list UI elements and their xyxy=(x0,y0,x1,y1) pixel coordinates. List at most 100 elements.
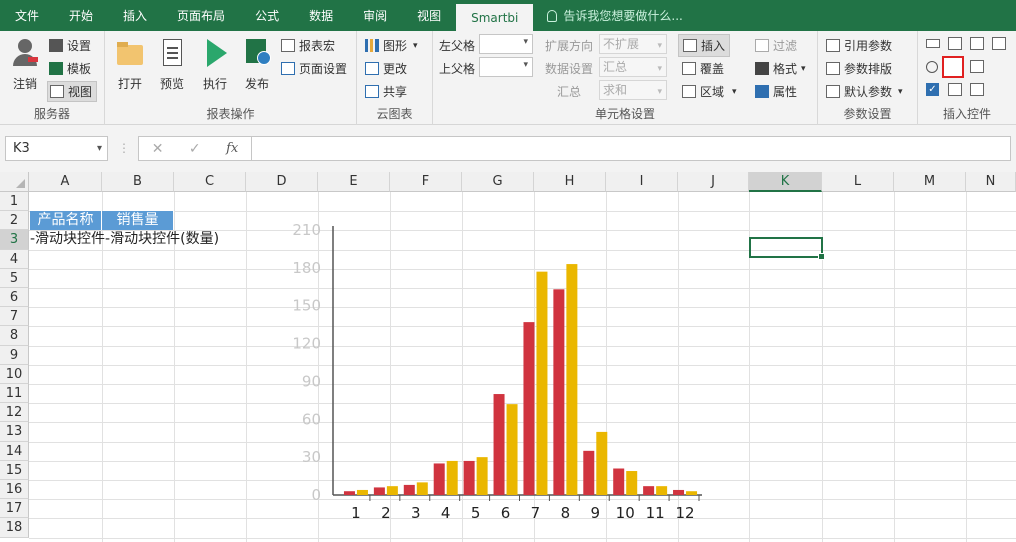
data-setting-select[interactable]: 汇总 xyxy=(599,57,667,78)
grid-control-icon[interactable] xyxy=(948,83,962,96)
share-button[interactable]: 共享 xyxy=(365,83,407,100)
spreadsheet-grid[interactable]: 18 17 16 15 14 13 12 11 10 9 8 7 6 5 4 3 2 1 N M L K J I H G F E D C B… xyxy=(0,172,1016,542)
list-control-icon[interactable] xyxy=(948,37,962,50)
bar-series-1-1 xyxy=(343,491,355,495)
tab-review[interactable]: 审阅 xyxy=(348,0,402,31)
y-tick-label: 180 xyxy=(292,259,321,277)
left-parent-select[interactable] xyxy=(479,34,533,54)
region-button[interactable]: 区域 ▾ xyxy=(682,83,737,100)
top-parent-select[interactable] xyxy=(479,57,533,77)
share-icon xyxy=(365,85,379,98)
document-icon xyxy=(157,37,187,69)
x-tick-label: 11 xyxy=(646,504,665,522)
bar-series-2-4 xyxy=(446,460,458,495)
x-tick-label: 1 xyxy=(351,504,361,522)
y-tick-label: 30 xyxy=(302,448,321,466)
checkbox-control-icon[interactable]: ✓ xyxy=(926,83,939,96)
tab-formulas[interactable]: 公式 xyxy=(240,0,294,31)
ribbon: 注销 设置 模板 视图 服务器 打开 预览 执行 发布 报表宏 页面设置 报表操… xyxy=(0,31,1016,125)
chart-button[interactable]: 图形 ▾ xyxy=(365,37,418,54)
tab-data[interactable]: 数据 xyxy=(294,0,348,31)
ribbon-tab-bar: 文件 开始 插入 页面布局 公式 数据 审阅 视图 Smartbi 告诉我您想要… xyxy=(0,0,1016,31)
property-button[interactable]: 属性 xyxy=(755,83,797,100)
logout-button[interactable]: 注销 xyxy=(10,37,40,92)
bar-series-2-12 xyxy=(686,491,698,495)
slider-control-icon[interactable] xyxy=(942,56,964,78)
y-tick-label: 60 xyxy=(302,410,321,428)
cancel-icon[interactable]: ✕ xyxy=(152,141,164,157)
chevron-down-icon: ▾ xyxy=(413,40,418,51)
run-button[interactable]: 执行 xyxy=(200,37,230,92)
insert-mode-button[interactable]: 插入 xyxy=(678,34,731,57)
summary-select[interactable]: 求和 xyxy=(599,80,667,101)
bar-series-2-6 xyxy=(506,404,518,495)
template-button[interactable]: 模板 xyxy=(49,60,91,77)
bar-series-1-9 xyxy=(583,450,595,495)
x-tick-label: 9 xyxy=(591,504,601,522)
tell-me-text: 告诉我您想要做什么... xyxy=(563,9,683,23)
param-layout-button[interactable]: 参数排版 xyxy=(826,60,892,77)
expand-direction-select[interactable]: 不扩展 xyxy=(599,34,667,55)
briefcase-icon xyxy=(49,39,63,52)
bar-chart: 03060901201501802101 2 3 4 5 6 7 8 9 10 11 12 xyxy=(292,221,702,522)
lightbulb-icon xyxy=(547,9,558,22)
calendar-control-icon[interactable] xyxy=(970,37,984,50)
date-control-icon[interactable] xyxy=(992,37,1006,50)
bar-series-2-9 xyxy=(596,431,608,495)
preview-button[interactable]: 预览 xyxy=(157,37,187,92)
bar-series-2-11 xyxy=(656,486,668,495)
confirm-icon[interactable]: ✓ xyxy=(189,141,201,157)
y-tick-label: 150 xyxy=(292,297,321,315)
view-icon xyxy=(50,85,64,98)
default-param-button[interactable]: 默认参数 ▾ xyxy=(826,83,903,100)
tab-file[interactable]: 文件 xyxy=(0,0,54,31)
combo-control-icon[interactable] xyxy=(970,60,984,73)
format-brush-icon xyxy=(755,62,769,75)
left-parent-label: 左父格 xyxy=(439,39,476,53)
chevron-down-icon: ▾ xyxy=(801,63,806,74)
change-button[interactable]: 更改 xyxy=(365,60,407,77)
ref-param-button[interactable]: 引用参数 xyxy=(826,37,892,54)
view-button[interactable]: 视图 xyxy=(47,81,98,102)
top-parent-label: 上父格 xyxy=(439,62,476,76)
report-macro-button[interactable]: 报表宏 xyxy=(281,37,335,54)
filter-button[interactable]: 过滤 xyxy=(755,37,797,54)
open-button[interactable]: 打开 xyxy=(115,37,145,92)
macro-icon xyxy=(281,39,295,52)
insert-icon xyxy=(683,39,697,52)
insert-function-icon[interactable]: fx xyxy=(226,141,238,156)
group-report-ops: 打开 预览 执行 发布 报表宏 页面设置 报表操作 xyxy=(105,31,357,125)
radio-control-icon[interactable] xyxy=(926,61,938,73)
excel-template-icon xyxy=(49,62,63,75)
format-button[interactable]: 格式 ▾ xyxy=(755,60,806,77)
bar-series-1-2 xyxy=(373,487,385,495)
page-settings-button[interactable]: 页面设置 xyxy=(281,60,347,77)
x-tick-label: 2 xyxy=(381,504,391,522)
textbox-control-icon[interactable] xyxy=(926,39,940,48)
x-tick-label: 5 xyxy=(471,504,481,522)
y-tick-label: 210 xyxy=(292,221,321,239)
tab-page-layout[interactable]: 页面布局 xyxy=(162,0,240,31)
chevron-down-icon: ▾ xyxy=(732,86,737,97)
tab-home[interactable]: 开始 xyxy=(54,0,108,31)
x-tick-label: 4 xyxy=(441,504,451,522)
change-chart-icon xyxy=(365,62,379,75)
tell-me-box[interactable]: 告诉我您想要做什么... xyxy=(533,0,683,31)
tab-insert[interactable]: 插入 xyxy=(108,0,162,31)
overwrite-mode-button[interactable]: 覆盖 xyxy=(682,60,724,77)
expand-direction-label: 扩展方向 xyxy=(545,39,594,53)
label-control-icon[interactable] xyxy=(970,83,984,96)
play-icon xyxy=(200,37,230,69)
overwrite-icon xyxy=(682,62,696,75)
folder-icon xyxy=(115,37,145,69)
data-setting-label: 数据设置 xyxy=(545,62,594,76)
publish-button[interactable]: 发布 xyxy=(242,37,272,92)
tab-smartbi[interactable]: Smartbi xyxy=(456,4,534,31)
name-box[interactable]: K3 xyxy=(5,136,108,161)
more-icon: ⋮ xyxy=(118,141,130,155)
bar-series-2-7 xyxy=(536,271,548,495)
formula-input[interactable] xyxy=(251,136,1011,161)
bar-series-2-10 xyxy=(626,471,638,495)
tab-view[interactable]: 视图 xyxy=(402,0,456,31)
settings-button[interactable]: 设置 xyxy=(49,37,91,54)
